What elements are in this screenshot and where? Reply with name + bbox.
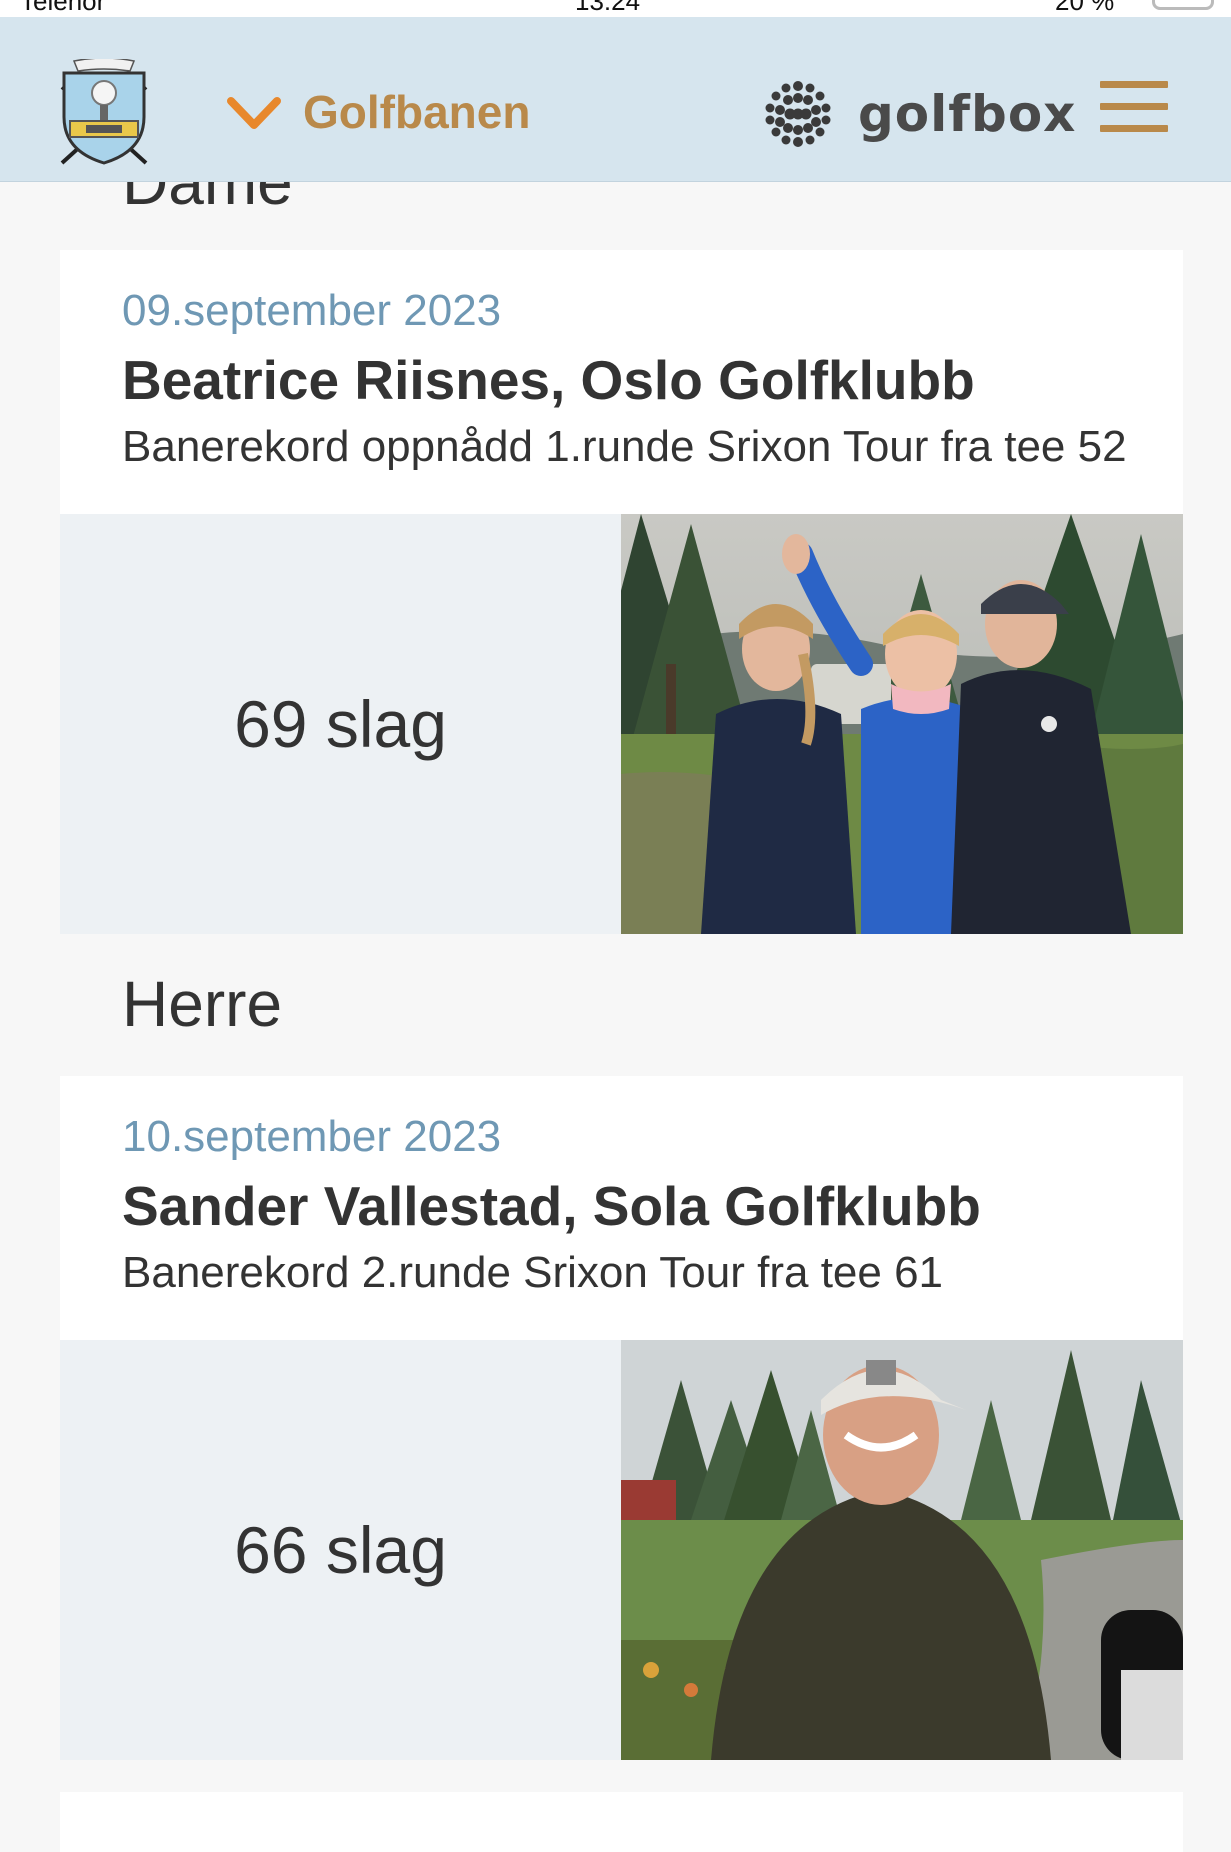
club-crest-logo[interactable] [56,57,152,171]
record-description: Banerekord 2.runde Srixon Tour fra tee 6… [122,1248,944,1297]
status-time: 13:24 [575,0,641,16]
course-record-card [60,1792,1183,1852]
menu-line [1100,81,1168,88]
record-date: 10.september 2023 [122,1112,502,1161]
course-nav-toggle[interactable]: Golfbanen [225,72,530,152]
course-record-card: 10.september 2023 Sander Vallestad, Sola… [60,1076,1183,1760]
golfbox-logo[interactable]: golfbox [760,74,1076,154]
course-record-card: 09.september 2023 Beatrice Riisnes, Oslo… [60,250,1183,934]
menu-line [1100,103,1168,110]
hamburger-menu-icon[interactable] [1100,81,1172,135]
record-date: 09.september 2023 [122,286,502,335]
record-photo [621,514,1183,934]
record-holder-name: Beatrice Riisnes, Oslo Golfklubb [122,349,975,411]
battery-icon [1152,0,1214,10]
site-header: Golfbanen golfbox [0,17,1231,182]
record-holder-name: Sander Vallestad, Sola Golfklubb [122,1175,981,1237]
status-bar: Telenor 13:24 20 % [0,0,1231,17]
record-score: 69 slag [234,687,447,761]
record-photo [621,1340,1183,1760]
section-heading-herre: Herre [122,968,283,1040]
golfbox-wordmark: golfbox [858,85,1077,143]
battery-percentage: 20 % [1055,0,1115,16]
golfbox-globe-icon [760,76,836,152]
menu-line [1100,125,1168,132]
carrier-name: Telenor [20,0,106,16]
score-box: 69 slag [60,514,621,934]
score-box: 66 slag [60,1340,621,1760]
record-score: 66 slag [234,1513,447,1587]
nav-title: Golfbanen [303,86,531,138]
record-description: Banerekord oppnådd 1.runde Srixon Tour f… [122,422,1127,471]
chevron-down-icon [225,83,283,141]
